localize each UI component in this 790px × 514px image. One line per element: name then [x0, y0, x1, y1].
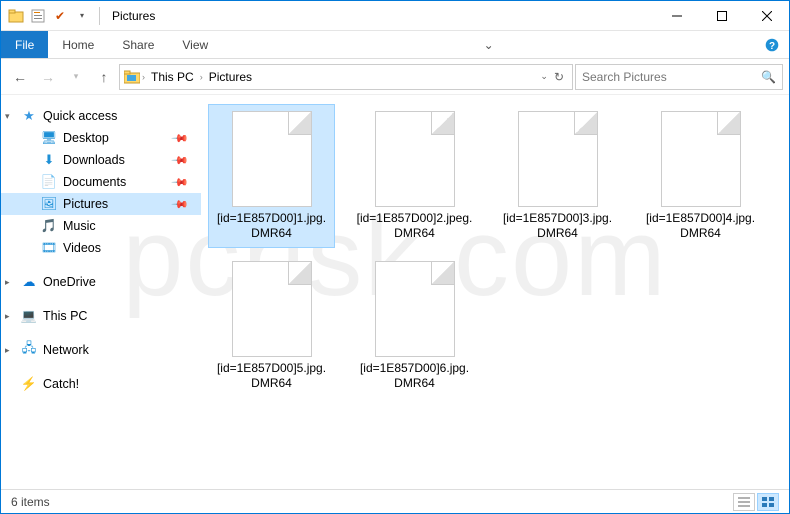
nav-label: Desktop — [63, 131, 109, 145]
file-item[interactable]: [id=1E857D00]4.jpg.DMR64 — [638, 105, 763, 247]
file-name: [id=1E857D00]1.jpg.DMR64 — [209, 211, 334, 247]
pin-icon: 📌 — [171, 195, 190, 214]
qat-check-icon[interactable]: ✔ — [51, 7, 69, 25]
address-dropdown-icon[interactable]: ⌄ — [540, 71, 548, 82]
file-item[interactable]: [id=1E857D00]2.jpeg.DMR64 — [352, 105, 477, 247]
pin-icon: 📌 — [171, 151, 190, 170]
pictures-icon: 🖼 — [41, 196, 57, 212]
crumb-pictures[interactable]: Pictures — [205, 70, 256, 84]
search-placeholder: Search Pictures — [582, 70, 667, 84]
nav-this-pc[interactable]: ▸ 💻 This PC — [1, 305, 201, 327]
properties-icon[interactable] — [29, 7, 47, 25]
pin-icon: 📌 — [171, 173, 190, 192]
crumb-sep: › — [142, 72, 145, 82]
file-name: [id=1E857D00]3.jpg.DMR64 — [495, 211, 620, 247]
thumbnails-view-button[interactable] — [757, 493, 779, 511]
nav-pictures[interactable]: 🖼 Pictures 📌 — [1, 193, 201, 215]
up-button[interactable]: ↑ — [91, 64, 117, 90]
file-thumb-icon — [375, 261, 455, 357]
nav-quick-access[interactable]: ▾ ★ Quick access — [1, 105, 201, 127]
nav-label: Network — [43, 343, 89, 357]
nav-music[interactable]: 🎵 Music — [1, 215, 201, 237]
nav-label: This PC — [43, 309, 87, 323]
file-list: [id=1E857D00]1.jpg.DMR64 [id=1E857D00]2.… — [201, 95, 789, 489]
nav-label: Documents — [63, 175, 126, 189]
minimize-button[interactable] — [654, 1, 699, 30]
file-thumb-icon — [232, 111, 312, 207]
title-bar: ✔ ▾ Pictures — [1, 1, 789, 31]
app-icon — [7, 7, 25, 25]
status-bar: 6 items — [1, 489, 789, 513]
crumb-this-pc[interactable]: This PC — [147, 70, 198, 84]
close-button[interactable] — [744, 1, 789, 30]
network-icon: 🖧 — [21, 342, 37, 358]
nav-label: Quick access — [43, 109, 117, 123]
help-icon[interactable]: ? — [755, 31, 789, 58]
search-icon: 🔍 — [761, 70, 776, 84]
search-input[interactable]: Search Pictures 🔍 — [575, 64, 783, 90]
recent-dropdown[interactable]: ▾ — [63, 64, 89, 90]
folder-icon — [124, 69, 140, 85]
svg-text:?: ? — [769, 41, 775, 52]
nav-label: Music — [63, 219, 96, 233]
chevron-right-icon[interactable]: ▸ — [5, 311, 10, 322]
desktop-icon: 🖥 — [41, 130, 57, 146]
details-view-button[interactable] — [733, 493, 755, 511]
nav-label: OneDrive — [43, 275, 96, 289]
downloads-icon: ⬇ — [41, 152, 57, 168]
nav-catch[interactable]: ⚡ Catch! — [1, 373, 201, 395]
nav-network[interactable]: ▸ 🖧 Network — [1, 339, 201, 361]
crumb-sep: › — [200, 72, 203, 82]
nav-downloads[interactable]: ⬇ Downloads 📌 — [1, 149, 201, 171]
tab-view[interactable]: View — [168, 31, 222, 58]
file-item[interactable]: [id=1E857D00]3.jpg.DMR64 — [495, 105, 620, 247]
window-title: Pictures — [112, 9, 155, 23]
file-thumb-icon — [232, 261, 312, 357]
breadcrumb[interactable]: › This PC › Pictures ⌄ ↻ — [119, 64, 573, 90]
address-bar: ← → ▾ ↑ › This PC › Pictures ⌄ ↻ Search … — [1, 59, 789, 95]
documents-icon: 📄 — [41, 174, 57, 190]
nav-onedrive[interactable]: ▸ ☁ OneDrive — [1, 271, 201, 293]
maximize-button[interactable] — [699, 1, 744, 30]
catch-icon: ⚡ — [21, 376, 37, 392]
file-item[interactable]: [id=1E857D00]5.jpg.DMR64 — [209, 255, 334, 397]
nav-label: Downloads — [63, 153, 125, 167]
nav-documents[interactable]: 📄 Documents 📌 — [1, 171, 201, 193]
file-name: [id=1E857D00]6.jpg.DMR64 — [352, 361, 477, 397]
qat-dropdown-icon[interactable]: ▾ — [73, 7, 91, 25]
file-thumb-icon — [661, 111, 741, 207]
tab-home[interactable]: Home — [48, 31, 108, 58]
refresh-icon[interactable]: ↻ — [554, 70, 564, 84]
back-button[interactable]: ← — [7, 64, 33, 90]
item-count: 6 items — [11, 495, 50, 509]
file-item[interactable]: [id=1E857D00]6.jpg.DMR64 — [352, 255, 477, 397]
tab-share[interactable]: Share — [108, 31, 168, 58]
nav-label: Pictures — [63, 197, 108, 211]
file-name: [id=1E857D00]5.jpg.DMR64 — [209, 361, 334, 397]
nav-videos[interactable]: 🎞 Videos — [1, 237, 201, 259]
pin-icon: 📌 — [171, 129, 190, 148]
chevron-down-icon[interactable]: ▾ — [5, 111, 10, 122]
file-name: [id=1E857D00]2.jpeg.DMR64 — [352, 211, 477, 247]
expand-ribbon-icon[interactable]: ⌄ — [474, 31, 504, 58]
nav-label: Videos — [63, 241, 101, 255]
chevron-right-icon[interactable]: ▸ — [5, 345, 10, 356]
forward-button[interactable]: → — [35, 64, 61, 90]
cloud-icon: ☁ — [21, 274, 37, 290]
file-name: [id=1E857D00]4.jpg.DMR64 — [638, 211, 763, 247]
pc-icon: 💻 — [21, 308, 37, 324]
videos-icon: 🎞 — [41, 240, 57, 256]
navigation-pane: ▾ ★ Quick access 🖥 Desktop 📌 ⬇ Downloads… — [1, 95, 201, 489]
file-thumb-icon — [375, 111, 455, 207]
separator — [99, 7, 100, 25]
nav-label: Catch! — [43, 377, 79, 391]
nav-desktop[interactable]: 🖥 Desktop 📌 — [1, 127, 201, 149]
music-icon: 🎵 — [41, 218, 57, 234]
file-thumb-icon — [518, 111, 598, 207]
chevron-right-icon[interactable]: ▸ — [5, 277, 10, 288]
file-item[interactable]: [id=1E857D00]1.jpg.DMR64 — [209, 105, 334, 247]
star-icon: ★ — [21, 108, 37, 124]
ribbon: File Home Share View ⌄ ? — [1, 31, 789, 59]
tab-file[interactable]: File — [1, 31, 48, 58]
